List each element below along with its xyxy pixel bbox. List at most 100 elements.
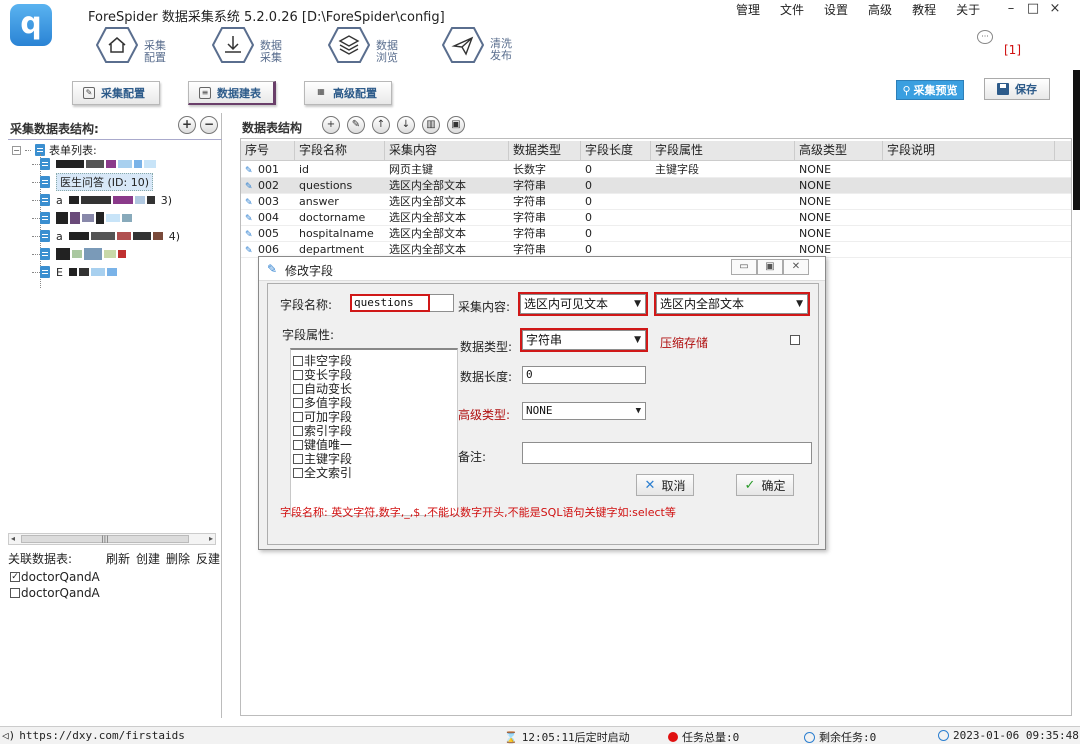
reverse-build-button[interactable]: 反建 — [196, 550, 220, 567]
related-table-item[interactable]: doctorQandA — [10, 586, 100, 600]
home-icon — [96, 26, 138, 64]
move-down-icon[interactable]: ↓ — [397, 116, 415, 134]
note-input[interactable] — [522, 442, 812, 464]
table-row-selected[interactable]: ✎ 002 questions 选区内全部文本 字符串 0 NONE — [241, 178, 1071, 194]
column-header[interactable]: 字段属性 — [651, 141, 795, 161]
column-header[interactable]: 字段说明 — [883, 141, 1055, 161]
subtab-advanced-config[interactable]: ▦ 高级配置 — [304, 81, 392, 105]
table-row[interactable]: ✎ 005 hospitalname 选区内全部文本 字符串 0 NONE — [241, 226, 1071, 242]
tree-item[interactable] — [32, 246, 126, 262]
window-title: ForeSpider 数据采集系统 5.2.0.26 [D:\ForeSpide… — [88, 10, 445, 25]
tree-item[interactable]: a 3) — [32, 192, 172, 208]
dialog-close-button[interactable]: ✕ — [783, 259, 809, 275]
checkbox[interactable] — [293, 355, 303, 366]
cell-adv: NONE — [799, 211, 832, 224]
menu-settings[interactable]: 设置 — [814, 2, 858, 20]
horizontal-scrollbar[interactable]: ◂ ||| ▸ — [8, 533, 216, 545]
checkbox[interactable] — [293, 383, 303, 394]
menu-tutorial[interactable]: 教程 — [902, 2, 946, 20]
advanced-type-select[interactable]: NONE ▼ — [522, 402, 646, 420]
move-up-icon[interactable]: ↑ — [372, 116, 390, 134]
maximize-button[interactable]: □ — [1026, 1, 1040, 17]
cancel-button[interactable]: ✕ 取消 — [636, 474, 694, 496]
checkbox[interactable] — [10, 588, 20, 598]
cell-content: 选区内全部文本 — [389, 179, 466, 192]
delete-button[interactable]: 删除 — [166, 550, 190, 567]
minimize-button[interactable]: – — [1004, 1, 1018, 17]
subtab-collect-config[interactable]: ✎ 采集配置 — [72, 81, 160, 105]
checkbox[interactable] — [293, 397, 303, 408]
note-label: 备注: — [458, 450, 487, 464]
checkbox[interactable] — [293, 411, 303, 422]
refresh-button[interactable]: 刷新 — [106, 550, 130, 567]
field-props-label: 字段属性: — [282, 328, 335, 342]
dialog-maximize-button[interactable]: ▣ — [757, 259, 783, 275]
checkbox[interactable] — [293, 467, 303, 478]
search-icon: ⚲ — [902, 83, 911, 97]
add-field-icon[interactable]: + — [322, 116, 340, 134]
cell-type: 字符串 — [513, 211, 546, 224]
menu-manage[interactable]: 管理 — [726, 2, 770, 20]
column-header[interactable]: 字段长度 — [581, 141, 651, 161]
edit-field-icon[interactable]: ✎ — [347, 116, 365, 134]
data-length-input[interactable]: 0 — [522, 366, 646, 384]
feedback-count[interactable]: [1] — [1004, 43, 1021, 57]
data-type-label: 数据类型: — [460, 340, 513, 354]
checkbox-checked[interactable]: ✓ — [10, 572, 20, 582]
column-header[interactable]: 高级类型 — [795, 141, 883, 161]
tree-item[interactable] — [32, 156, 156, 172]
menu-file[interactable]: 文件 — [770, 2, 814, 20]
save-field-icon[interactable]: ▣ — [447, 116, 465, 134]
create-button[interactable]: 创建 — [136, 550, 160, 567]
ok-button[interactable]: ✓ 确定 — [736, 474, 794, 496]
checkbox[interactable] — [293, 439, 303, 450]
left-panel-title: 采集数据表结构: — [10, 122, 99, 136]
save-button[interactable]: 保存 — [984, 78, 1050, 100]
chat-bubble-icon[interactable]: ··· — [977, 30, 993, 44]
preview-button[interactable]: ⚲ 采集预览 — [896, 80, 964, 100]
column-header[interactable]: 采集内容 — [385, 141, 509, 161]
compress-label: 压缩存储 — [660, 336, 709, 350]
prop-option[interactable]: 全文索引 — [293, 464, 352, 481]
menu-advanced[interactable]: 高级 — [858, 2, 902, 20]
tree-item[interactable] — [32, 210, 132, 226]
nav-tab-label: 清洗 发布 — [490, 37, 512, 62]
scrollbar-thumb[interactable]: ||| — [21, 535, 189, 543]
highlight-box — [654, 292, 810, 316]
delete-field-icon[interactable]: ▥ — [422, 116, 440, 134]
table-row[interactable]: ✎ 003 answer 选区内全部文本 字符串 0 NONE — [241, 194, 1071, 210]
column-header[interactable]: 字段名称 — [295, 141, 385, 161]
related-table-item[interactable]: ✓ doctorQandA — [10, 570, 100, 584]
dialog-minimize-button[interactable]: ▭ — [731, 259, 757, 275]
add-table-button[interactable]: + — [178, 116, 196, 134]
window-controls: – □ × — [1004, 1, 1062, 17]
cell-attr — [651, 178, 655, 194]
scroll-left-icon[interactable]: ◂ — [11, 534, 15, 544]
highlight-box — [518, 292, 648, 316]
menu-about[interactable]: 关于 — [946, 2, 990, 20]
close-button[interactable]: × — [1048, 1, 1062, 17]
table-tree: − 表单列表: 医生问答 (ID: 10) a 3) a 4) E — [8, 139, 222, 537]
column-header[interactable]: 序号 — [241, 141, 295, 161]
table-row[interactable]: ✎ 001 id 网页主键 长数字 0 主键字段 NONE — [241, 162, 1071, 178]
tree-item-selected[interactable]: 医生问答 (ID: 10) — [32, 173, 153, 191]
tree-item[interactable]: a 4) — [32, 228, 180, 244]
collapse-icon[interactable]: − — [12, 145, 21, 155]
subtab-build-table[interactable]: ≡ 数据建表 — [188, 81, 276, 105]
status-schedule: ⌛ 12:05:11后定时启动 — [504, 730, 630, 744]
column-header[interactable]: 数据类型 — [509, 141, 581, 161]
edit-field-dialog: ✎ 修改字段 ▭ ▣ ✕ 字段名称: questions 采集内容: 选区内可见… — [258, 256, 826, 550]
scroll-right-icon[interactable]: ▸ — [209, 534, 213, 544]
dialog-titlebar[interactable]: ✎ 修改字段 ▭ ▣ ✕ — [259, 257, 825, 281]
remove-table-button[interactable]: − — [200, 116, 218, 134]
table-icon — [40, 158, 50, 170]
floppy-disk-icon — [997, 83, 1009, 95]
cell-desc — [883, 162, 887, 178]
checkbox[interactable] — [293, 453, 303, 464]
checkbox[interactable] — [293, 425, 303, 436]
compress-checkbox[interactable] — [790, 335, 800, 345]
tree-item[interactable]: E — [32, 264, 117, 280]
checkbox[interactable] — [293, 369, 303, 380]
cell-attr: 主键字段 — [655, 163, 699, 176]
table-row[interactable]: ✎ 004 doctorname 选区内全部文本 字符串 0 NONE — [241, 210, 1071, 226]
